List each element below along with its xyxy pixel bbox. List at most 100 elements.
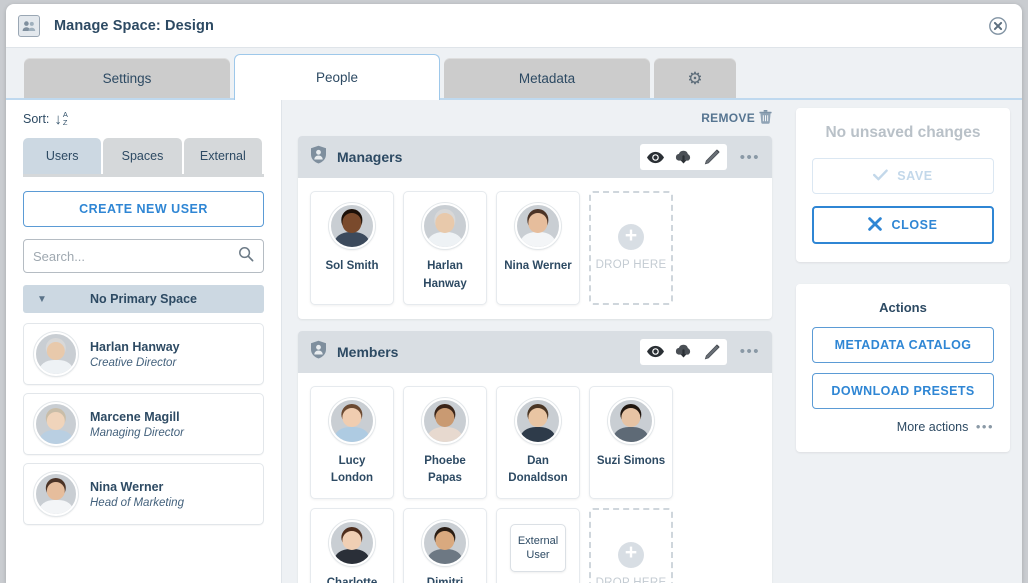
tab-metadata-label: Metadata xyxy=(518,70,576,86)
shield-user-icon xyxy=(310,145,327,169)
avatar xyxy=(34,402,78,446)
eye-icon[interactable] xyxy=(646,151,665,164)
avatar xyxy=(329,520,375,567)
manage-space-window: Manage Space: Design Settings People Met… xyxy=(6,4,1022,583)
external-user-card[interactable]: External User xyxy=(496,508,580,583)
section-title: Managers xyxy=(337,149,403,165)
external-user-box: External User xyxy=(510,524,566,573)
person-card[interactable]: Phoebe Papas xyxy=(403,385,487,500)
save-label: SAVE xyxy=(897,169,933,183)
subtab-external[interactable]: External xyxy=(183,138,262,174)
person-name: Dan Donaldson xyxy=(508,454,568,485)
list-item[interactable]: Marcene Magill Managing Director xyxy=(23,393,264,455)
subtab-underline xyxy=(23,174,264,177)
person-card[interactable]: Dimitri xyxy=(403,508,487,583)
person-card[interactable]: Charlotte Chauvin xyxy=(310,508,394,583)
actions-panel: Actions METADATA CATALOG DOWNLOAD PRESET… xyxy=(796,284,1010,452)
person-name: Charlotte Chauvin xyxy=(316,575,388,583)
person-card[interactable]: Harlan Hanway xyxy=(403,191,487,305)
search-icon[interactable] xyxy=(238,246,254,267)
plus-circle-icon: + xyxy=(618,541,644,568)
sort-label: Sort: xyxy=(23,112,50,126)
remove-button[interactable]: REMOVE xyxy=(298,100,772,136)
check-icon xyxy=(873,169,889,184)
more-actions-button[interactable]: More actions ••• xyxy=(812,419,994,434)
subtab-spaces[interactable]: Spaces xyxy=(103,138,182,174)
avatar xyxy=(422,203,468,249)
window-titlebar: Manage Space: Design xyxy=(6,4,1022,48)
external-user-line2: User xyxy=(526,549,550,562)
person-name: Phoebe Papas xyxy=(424,454,466,485)
download-presets-button[interactable]: DOWNLOAD PRESETS xyxy=(812,373,994,409)
more-actions-label: More actions xyxy=(896,420,969,434)
status-badge: No unsaved changes xyxy=(825,124,981,141)
list-item[interactable]: Harlan Hanway Creative Director xyxy=(23,323,264,385)
dropzone-label: DROP HERE xyxy=(595,259,667,272)
metadata-catalog-button[interactable]: METADATA CATALOG xyxy=(812,327,994,363)
person-card[interactable]: Dan Donaldson xyxy=(496,385,580,500)
avatar xyxy=(608,397,654,444)
close-label: CLOSE xyxy=(891,218,938,232)
tab-metadata[interactable]: Metadata xyxy=(444,58,650,98)
section-title: Members xyxy=(337,343,399,360)
pencil-icon[interactable] xyxy=(702,344,721,360)
tab-people[interactable]: People xyxy=(234,54,440,100)
sort-row: Sort: ↓ A Z xyxy=(23,100,264,138)
person-name: Dimitri xyxy=(427,575,463,583)
section-body: Lucy London Phoebe Papas Dan Donaldson S… xyxy=(298,373,772,583)
tab-settings-label: Settings xyxy=(102,70,152,86)
section-tools: ••• xyxy=(639,338,760,365)
user-role: Creative Director xyxy=(90,356,177,369)
more-horizontal-icon[interactable]: ••• xyxy=(740,344,760,359)
tab-settings[interactable]: Settings xyxy=(24,58,230,98)
tab-settings-gear[interactable]: ⚙ xyxy=(654,58,736,98)
person-card[interactable]: Lucy London xyxy=(310,385,394,500)
pencil-icon[interactable] xyxy=(702,149,721,165)
external-user-line1: External xyxy=(517,534,559,547)
tab-people-label: People xyxy=(315,70,359,85)
main-tabs: Settings People Metadata ⚙ xyxy=(6,48,1022,100)
person-card[interactable]: Suzi Simons xyxy=(589,385,673,500)
unsaved-changes-panel: No unsaved changes SAVE CLOSE xyxy=(796,108,1010,262)
sort-alpha-asc-icon[interactable]: ↓ A Z xyxy=(54,111,68,127)
person-name: Nina Werner xyxy=(504,260,572,272)
more-horizontal-icon: ••• xyxy=(975,419,994,434)
close-button[interactable]: CLOSE xyxy=(812,206,994,244)
subtab-users[interactable]: Users xyxy=(23,138,102,174)
person-card[interactable]: Sol Smith xyxy=(310,191,394,305)
user-list: Harlan Hanway Creative Director Marcene … xyxy=(23,323,264,583)
dropzone[interactable]: + DROP HERE xyxy=(589,191,673,305)
search-field[interactable] xyxy=(23,239,264,273)
more-horizontal-icon[interactable]: ••• xyxy=(740,150,760,165)
user-name: Nina Werner xyxy=(90,479,164,494)
list-item[interactable]: Nina Werner Head of Marketing xyxy=(23,463,264,525)
trash-icon xyxy=(759,109,772,127)
create-new-user-button[interactable]: CREATE NEW USER xyxy=(23,191,264,227)
chevron-down-icon: ▼ xyxy=(37,293,47,305)
section-body: Sol Smith Harlan Hanway Nina Werner + DR… xyxy=(298,178,772,319)
avatar xyxy=(515,203,561,249)
avatar xyxy=(329,203,375,249)
search-input[interactable] xyxy=(33,248,238,264)
section-members: Members ••• Lucy London Phoebe Papas Dan… xyxy=(298,330,772,583)
cloud-download-icon[interactable] xyxy=(674,344,693,359)
actions-title: Actions xyxy=(879,300,927,315)
section-header: Members ••• xyxy=(298,330,772,373)
remove-label: REMOVE xyxy=(701,111,755,125)
dropzone[interactable]: + DROP HERE xyxy=(589,508,673,583)
avatar xyxy=(422,397,468,444)
people-panel: REMOVE Managers ••• Sol Smith Harlan Han… xyxy=(282,100,786,583)
person-name: Harlan Hanway xyxy=(423,260,467,290)
user-name: Harlan Hanway xyxy=(90,339,180,354)
cloud-download-icon[interactable] xyxy=(674,150,693,165)
eye-icon[interactable] xyxy=(646,345,665,358)
gear-icon: ⚙ xyxy=(687,68,703,88)
save-button[interactable]: SAVE xyxy=(812,158,994,194)
subtab-users-label: Users xyxy=(45,149,79,163)
close-circle-icon[interactable] xyxy=(988,16,1008,36)
right-sidebar: No unsaved changes SAVE CLOSE Actions ME… xyxy=(786,100,1022,583)
group-header-no-primary-space[interactable]: ▼ No Primary Space xyxy=(23,285,264,313)
person-card[interactable]: Nina Werner xyxy=(496,191,580,305)
metadata-catalog-label: METADATA CATALOG xyxy=(834,338,972,352)
person-name: Suzi Simons xyxy=(596,454,666,467)
